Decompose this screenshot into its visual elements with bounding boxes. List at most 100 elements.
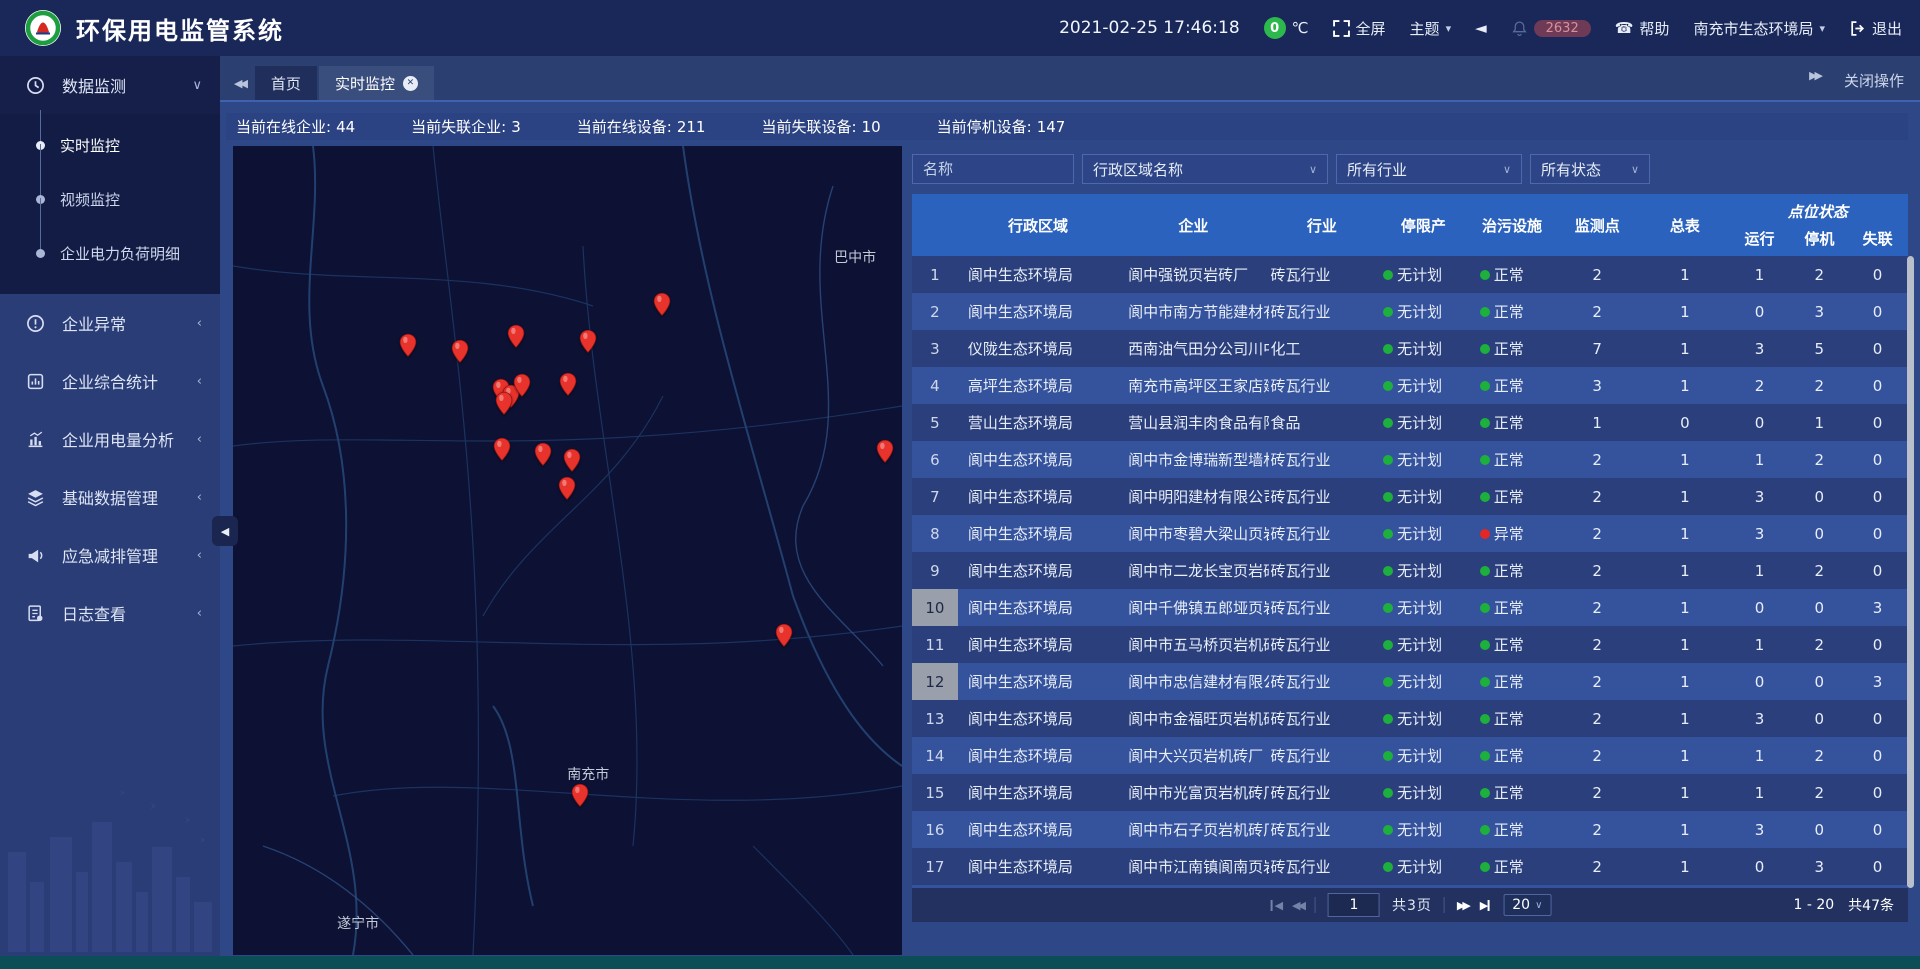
table-row[interactable]: 8阆中生态环境局阆中市枣碧大梁山页岩砖瓦行业无计划异常21300: [912, 515, 1908, 552]
fullscreen-button[interactable]: 全屏: [1333, 18, 1386, 39]
table-row[interactable]: 15阆中生态环境局阆中市光富页岩机砖厂砖瓦行业无计划正常21120: [912, 774, 1908, 811]
map-pin-icon[interactable]: [558, 476, 576, 501]
table-row[interactable]: 11阆中生态环境局阆中市五马桥页岩机砖砖瓦行业无计划正常21120: [912, 626, 1908, 663]
chevron-down-icon: ∨: [1503, 163, 1511, 176]
map-pin-icon[interactable]: [579, 329, 597, 354]
map-pin-icon[interactable]: [513, 373, 531, 398]
close-operations-button[interactable]: 关闭操作: [1844, 70, 1904, 91]
table-row[interactable]: 12阆中生态环境局阆中市忠信建材有限公砖瓦行业无计划正常21003: [912, 663, 1908, 700]
map-pin-icon[interactable]: [876, 439, 894, 464]
cell-industry: 砖瓦行业: [1269, 515, 1376, 552]
sidebar-item-log-view[interactable]: 日志查看‹: [0, 584, 220, 642]
cell-company: 阆中强锐页岩砖厂: [1118, 256, 1268, 293]
cell-stop-plan: 无计划: [1375, 256, 1472, 293]
cell-district: 阆中生态环境局: [958, 515, 1118, 552]
cell-stop-plan: 无计划: [1375, 663, 1472, 700]
header-lost: 失联: [1847, 228, 1908, 249]
table-row[interactable]: 16阆中生态环境局阆中市石子页岩机砖厂砖瓦行业无计划正常21300: [912, 811, 1908, 848]
org-dropdown[interactable]: 南充市生态环境局 ▾: [1693, 18, 1825, 39]
sidebar-item-power-load-detail[interactable]: 企业电力负荷明细: [0, 226, 220, 280]
table-row[interactable]: 3仪陇生态环境局西南油气田分公司川中化工无计划正常71350: [912, 330, 1908, 367]
cell-lost: 0: [1847, 515, 1908, 552]
map-pin-icon[interactable]: [571, 783, 589, 808]
close-tab-icon[interactable]: ✕: [403, 76, 418, 91]
sidebar-item-power-analysis[interactable]: 企业用电量分析‹: [0, 410, 220, 468]
cell-total-meter: 1: [1642, 626, 1728, 663]
row-index: 7: [912, 478, 958, 515]
map-pin-icon[interactable]: [399, 333, 417, 358]
table-row[interactable]: 5营山生态环境局营山县润丰肉食品有限食品无计划正常10010: [912, 404, 1908, 441]
map-pin-icon[interactable]: [493, 437, 511, 462]
cell-stopped: 0: [1791, 663, 1847, 700]
row-index: 13: [912, 700, 958, 737]
sidebar-item-data-monitor[interactable]: 数据监测∨: [0, 56, 220, 114]
map-pin-icon[interactable]: [775, 623, 793, 648]
prev-page-button[interactable]: ◀◀: [1292, 899, 1303, 912]
map-pin-icon[interactable]: [495, 391, 513, 416]
industry-filter-select[interactable]: 所有行业 ∨: [1336, 154, 1522, 184]
sidebar-item-enterprise-statistics[interactable]: 企业综合统计‹: [0, 352, 220, 410]
name-filter-input[interactable]: [912, 154, 1074, 184]
cell-stop-plan: 无计划: [1375, 700, 1472, 737]
tabs-scroll-left-button[interactable]: ◀◀: [230, 77, 255, 100]
row-index: 9: [912, 552, 958, 589]
cell-industry: 砖瓦行业: [1269, 441, 1376, 478]
sidebar-item-basic-data[interactable]: 基础数据管理‹: [0, 468, 220, 526]
table-row[interactable]: 14阆中生态环境局阆中大兴页岩机砖厂砖瓦行业无计划正常21120: [912, 737, 1908, 774]
cell-monitor-points: 2: [1552, 737, 1642, 774]
first-page-button[interactable]: ◀: [1269, 899, 1280, 912]
theme-dropdown[interactable]: 主题 ▾: [1410, 18, 1452, 39]
cell-lost: 3: [1847, 589, 1908, 626]
last-page-button[interactable]: ▶: [1480, 899, 1491, 912]
sidebar-item-enterprise-abnormal[interactable]: 企业异常‹: [0, 294, 220, 352]
status-filter-select[interactable]: 所有状态 ∨: [1530, 154, 1650, 184]
next-page-button[interactable]: ▶▶: [1457, 899, 1468, 912]
help-button[interactable]: ☎ 帮助: [1615, 18, 1670, 39]
cell-facility: 正常: [1472, 478, 1553, 515]
sidebar-collapse-button[interactable]: ◀: [212, 516, 238, 546]
table-row[interactable]: 4高坪生态环境局南充市高坪区王家店建砖瓦行业无计划正常31220: [912, 367, 1908, 404]
map-pin-icon[interactable]: [534, 442, 552, 467]
volume-button[interactable]: ◄: [1475, 19, 1487, 37]
cell-company: 阆中市二龙长宝页岩砖: [1118, 552, 1268, 589]
table-row[interactable]: 13阆中生态环境局阆中市金福旺页岩机砖砖瓦行业无计划正常21300: [912, 700, 1908, 737]
cell-industry: 砖瓦行业: [1269, 848, 1376, 885]
chevron-down-icon: ∨: [1631, 163, 1639, 176]
stats-bar: 当前在线企业:44 当前失联企业:3 当前在线设备:211 当前失联设备:10 …: [226, 113, 1908, 140]
table-row[interactable]: 1阆中生态环境局阆中强锐页岩砖厂砖瓦行业无计划正常21120: [912, 256, 1908, 293]
map-pin-icon[interactable]: [507, 324, 525, 349]
cell-run: 3: [1728, 811, 1792, 848]
sidebar-item-realtime-monitor[interactable]: 实时监控: [0, 118, 220, 172]
table-row[interactable]: 7阆中生态环境局阆中明阳建材有限公司砖瓦行业无计划正常21300: [912, 478, 1908, 515]
notifications-button[interactable]: 2632: [1511, 20, 1591, 37]
table-row[interactable]: 2阆中生态环境局阆中市南方节能建材有砖瓦行业无计划正常21030: [912, 293, 1908, 330]
tab-realtime-monitor[interactable]: 实时监控 ✕: [319, 66, 434, 100]
logout-button[interactable]: 退出: [1849, 18, 1902, 39]
status-dot-icon: [1480, 270, 1490, 280]
layers-icon: [26, 488, 48, 507]
status-dot-icon: [1480, 492, 1490, 502]
table-row[interactable]: 10阆中生态环境局阆中千佛镇五郎垭页岩砖瓦行业无计划正常21003: [912, 589, 1908, 626]
tab-home[interactable]: 首页: [255, 66, 317, 100]
table-row[interactable]: 17阆中生态环境局阆中市江南镇阆南页岩砖瓦行业无计划正常21030: [912, 848, 1908, 885]
region-filter-select[interactable]: 行政区域名称 ∨: [1082, 154, 1328, 184]
brand: 环保用电监管系统: [24, 9, 284, 47]
map-pin-icon[interactable]: [653, 292, 671, 317]
table-scrollbar[interactable]: [1907, 256, 1914, 888]
map-pin-icon[interactable]: [451, 339, 469, 364]
map-pin-icon[interactable]: [563, 448, 581, 473]
sidebar-item-emergency-reduction[interactable]: 应急减排管理‹: [0, 526, 220, 584]
map-panel[interactable]: 巴中市南充市遂宁市: [233, 146, 902, 955]
chart-icon: [26, 430, 48, 449]
tab-home-label: 首页: [271, 73, 301, 94]
page-size-select[interactable]: 20 ∨: [1503, 894, 1551, 916]
map-pin-icon[interactable]: [559, 372, 577, 397]
tabs-scroll-right-button[interactable]: ▶▶: [1805, 69, 1830, 92]
page-input[interactable]: 1: [1328, 893, 1380, 917]
cell-district: 仪陇生态环境局: [958, 330, 1118, 367]
table-row[interactable]: 9阆中生态环境局阆中市二龙长宝页岩砖砖瓦行业无计划正常21120: [912, 552, 1908, 589]
table-row[interactable]: 6阆中生态环境局阆中市金博瑞新型墙材砖瓦行业无计划正常21120: [912, 441, 1908, 478]
sidebar-item-video-monitor[interactable]: 视频监控: [0, 172, 220, 226]
datetime-label: 2021-02-25 17:46:18: [1059, 18, 1240, 38]
status-dot-icon: [1383, 603, 1393, 613]
